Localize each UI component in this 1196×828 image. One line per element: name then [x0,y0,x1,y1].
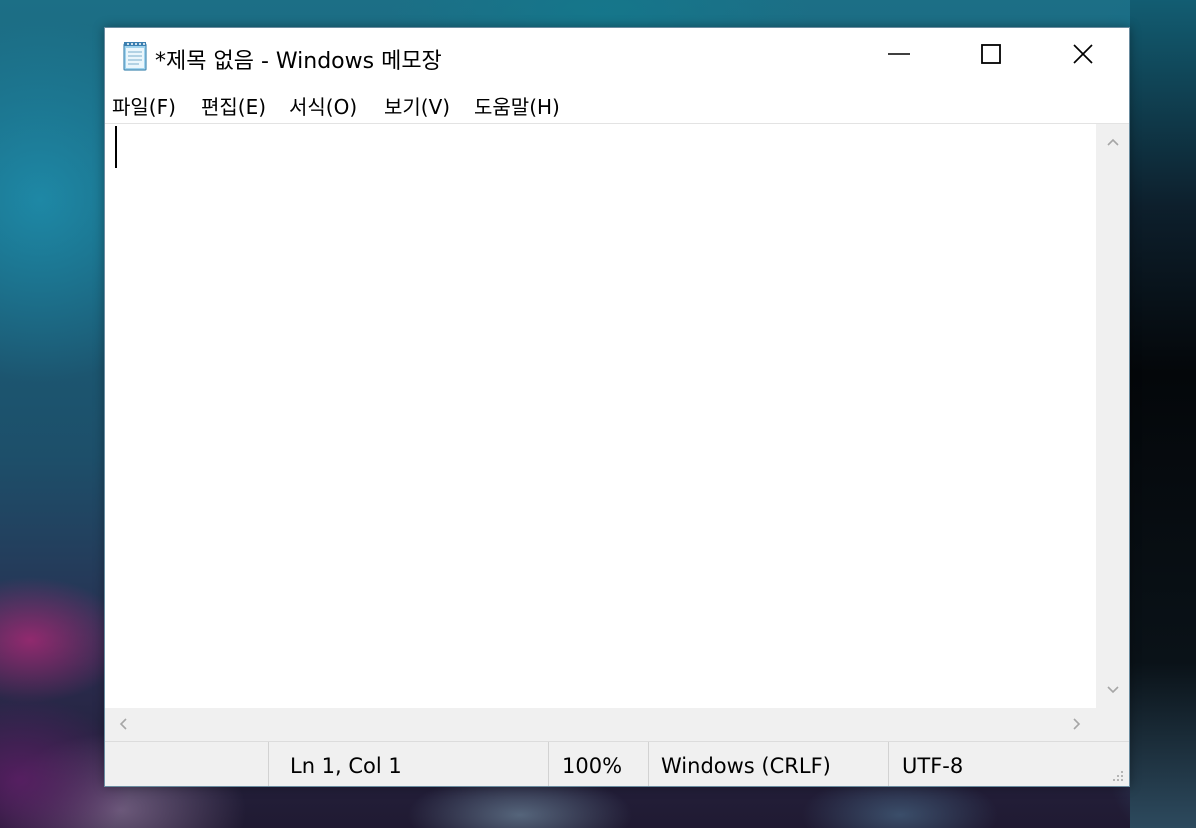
maximize-icon [979,42,1003,70]
menu-file[interactable]: 파일(F) [112,91,176,120]
menu-edit[interactable]: 편집(E) [201,91,266,120]
text-editor[interactable] [105,124,1096,708]
minimize-icon [887,42,911,70]
status-cursor-position: Ln 1, Col 1 [268,742,548,786]
scroll-right-icon[interactable] [1067,714,1087,734]
text-caret [115,126,117,168]
scroll-up-icon[interactable] [1103,132,1123,152]
menu-bar: 파일(F) 편집(E) 서식(O) 보기(V) 도움말(H) [105,84,1129,124]
status-bar: Ln 1, Col 1 100% Windows (CRLF) UTF-8 [105,741,1129,786]
scroll-left-icon[interactable] [113,714,133,734]
close-icon [1071,42,1095,70]
notepad-window: *제목 없음 - Windows 메모장 파일(F) 편집(E) 서식(O) 보… [104,27,1130,787]
minimize-button[interactable] [853,28,945,84]
close-button[interactable] [1037,28,1129,84]
title-bar[interactable]: *제목 없음 - Windows 메모장 [105,28,1129,84]
window-title: *제목 없음 - Windows 메모장 [155,49,442,74]
status-line-ending: Windows (CRLF) [648,742,888,786]
desktop-background [1130,0,1196,828]
scroll-down-icon[interactable] [1103,680,1123,700]
maximize-button[interactable] [945,28,1037,84]
scrollbar-corner [1096,708,1129,741]
menu-view[interactable]: 보기(V) [384,91,450,120]
status-zoom: 100% [548,742,648,786]
menu-help[interactable]: 도움말(H) [474,91,560,120]
menu-format[interactable]: 서식(O) [289,91,357,120]
status-encoding: UTF-8 [888,742,998,786]
resize-grip-icon[interactable] [1109,767,1125,783]
vertical-scrollbar[interactable] [1096,124,1129,708]
horizontal-scrollbar[interactable] [105,708,1096,741]
notepad-icon[interactable] [119,40,151,72]
